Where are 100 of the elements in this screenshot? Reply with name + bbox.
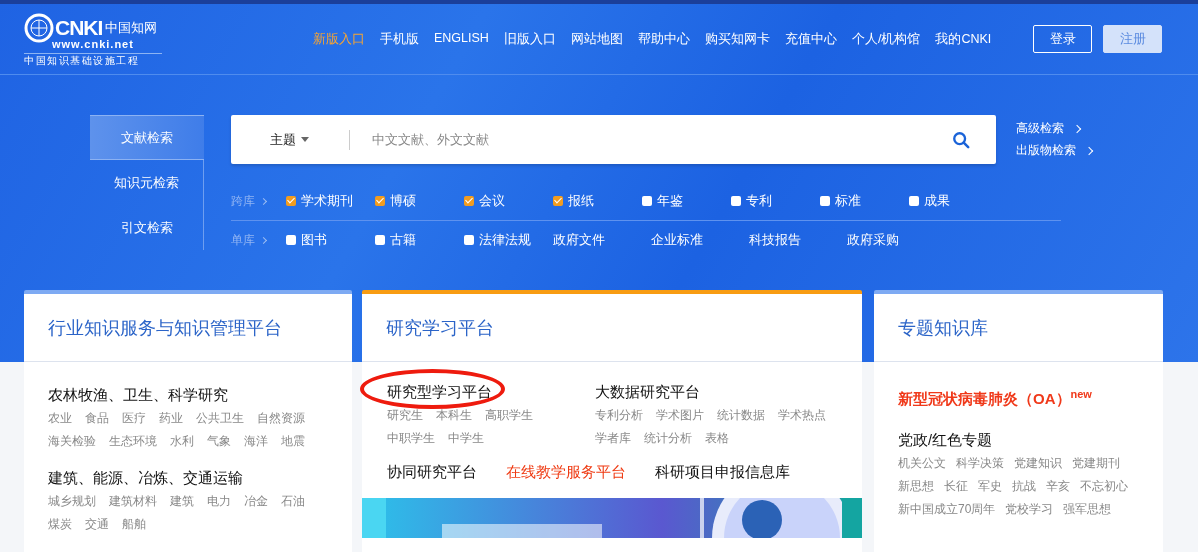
checkbox[interactable] [731,196,741,206]
search-tab[interactable]: 引文检索 [90,205,203,250]
subcategory-link[interactable]: 医疗 [122,410,146,427]
source-checkbox[interactable]: 会议 [464,192,553,210]
subcategory-link[interactable]: 统计数据 [717,407,765,424]
subcategory-link[interactable]: 地震 [281,433,305,450]
subcategory-link[interactable]: 冶金 [244,493,268,510]
subcategory-link[interactable]: 表格 [705,430,729,447]
subcategory-link[interactable]: 城乡规划 [48,493,96,510]
subcategory-link[interactable]: 机关公文 [898,455,946,472]
subcategory-link[interactable]: 公共卫生 [196,410,244,427]
subcategory-link[interactable]: 气象 [207,433,231,450]
checkbox[interactable] [642,196,652,206]
source-checkbox[interactable]: 报纸 [553,192,642,210]
field-dropdown[interactable]: 主题 [231,130,349,149]
subcategory-link[interactable]: 自然资源 [257,410,305,427]
nav-link[interactable]: 充值中心 [784,30,837,48]
subcategory-link[interactable]: 煤炭 [48,516,72,533]
subcategory-link[interactable]: 中学生 [448,430,484,447]
subcategory-link[interactable]: 辛亥 [1046,478,1070,495]
category-link[interactable]: 农林牧渔、卫生、科学研究 [48,386,328,405]
category-link[interactable]: 建筑、能源、冶炼、交通运输 [48,469,328,488]
platform-link[interactable]: 科研项目申报信息库 [655,463,790,482]
subcategory-link[interactable]: 强军思想 [1063,501,1112,518]
source-checkbox[interactable]: 年鉴 [642,192,731,210]
source-checkbox[interactable]: 图书 [286,231,375,249]
side-link[interactable]: 出版物检索 [1016,143,1092,158]
subcategory-link[interactable]: 党建知识 [1014,455,1062,472]
subcategory-link[interactable]: 建筑 [170,493,194,510]
search-tab[interactable]: 文献检索 [90,115,204,160]
platform-link[interactable]: 协同研究平台 [387,463,477,482]
source-checkbox[interactable]: 专利 [731,192,820,210]
subcategory-link[interactable]: 石油 [281,493,305,510]
checkbox[interactable] [286,196,296,206]
checkbox[interactable] [820,196,830,206]
feature-link[interactable]: 新型冠状病毒肺炎（OA）$^{new}$ [898,388,1151,409]
subcategory-link[interactable]: 中职学生 [387,430,435,447]
subcategory-link[interactable]: 建筑材料 [109,493,157,510]
search-icon[interactable] [952,130,970,149]
subcategory-link[interactable]: 学术热点 [778,407,826,424]
subcategory-link[interactable]: 药业 [159,410,183,427]
subcategory-link[interactable]: 研究生 [387,407,423,424]
subcategory-link[interactable]: 学术图片 [656,407,704,424]
search-bar[interactable]: 主题 中文文献、外文文献 [231,115,996,164]
checkbox[interactable] [553,196,563,206]
subcategory-link[interactable]: 抗战 [1012,478,1036,495]
subcategory-link[interactable]: 高职学生 [485,407,533,424]
nav-link[interactable]: 网站地图 [570,30,623,48]
checkbox[interactable] [464,235,474,245]
source-link[interactable]: 科技报告 [749,231,847,249]
subcategory-link[interactable]: 党建期刊 [1072,455,1120,472]
source-checkbox[interactable]: 标准 [820,192,909,210]
platform-link[interactable]: 在线教学服务平台 [506,463,626,482]
category-link[interactable]: 党政/红色专题 [898,431,1151,450]
nav-link[interactable]: 个人/机构馆 [851,30,921,48]
subcategory-link[interactable]: 食品 [85,410,109,427]
category-link[interactable]: 大数据研究平台 [595,383,700,402]
side-link[interactable]: 高级检索 [1016,121,1092,136]
checkbox[interactable] [909,196,919,206]
subcategory-link[interactable]: 不忘初心 [1080,478,1128,495]
nav-link[interactable]: 帮助中心 [637,30,690,48]
subcategory-link[interactable]: 电力 [207,493,231,510]
register-button[interactable]: 注册 [1103,25,1162,53]
source-link[interactable]: 政府采购 [847,231,945,249]
checkbox[interactable] [286,235,296,245]
source-checkbox[interactable]: 成果 [909,192,998,210]
subcategory-link[interactable]: 党校学习 [1005,501,1054,518]
subcategory-link[interactable]: 交通 [85,516,109,533]
subcategory-link[interactable]: 船舶 [122,516,146,533]
subcategory-link[interactable]: 新中国成立70周年 [898,501,996,518]
checkbox[interactable] [375,196,385,206]
subcategory-link[interactable]: 长征 [944,478,968,495]
checkbox[interactable] [375,235,385,245]
subcategory-link[interactable]: 海洋 [244,433,268,450]
subcategory-link[interactable]: 生态环境 [109,433,157,450]
category-link[interactable]: 研究型学习平台 [387,383,492,402]
checkbox[interactable] [464,196,474,206]
subcategory-link[interactable]: 专利分析 [595,407,643,424]
nav-link[interactable]: 旧版入口 [503,30,556,48]
subcategory-link[interactable]: 本科生 [436,407,472,424]
subcategory-link[interactable]: 学者库 [595,430,631,447]
search-tab[interactable]: 知识元检索 [90,160,203,205]
source-link[interactable]: 政府文件 [553,231,651,249]
subcategory-link[interactable]: 水利 [170,433,194,450]
source-checkbox[interactable]: 博硕 [375,192,464,210]
nav-link[interactable]: 我的CNKI [935,30,992,48]
source-checkbox[interactable]: 学术期刊 [286,192,375,210]
nav-link[interactable]: 手机版 [380,30,419,48]
nav-link[interactable]: ENGLISH [434,30,489,48]
source-checkbox[interactable]: 法律法规 [464,231,553,249]
subcategory-link[interactable]: 海关检验 [48,433,96,450]
nav-link[interactable]: 购买知网卡 [704,30,770,48]
login-button[interactable]: 登录 [1033,25,1092,53]
subcategory-link[interactable]: 统计分析 [644,430,692,447]
source-link[interactable]: 企业标准 [651,231,749,249]
source-checkbox[interactable]: 古籍 [375,231,464,249]
nav-link[interactable]: 新版入口 [313,30,365,48]
subcategory-link[interactable]: 新思想 [898,478,934,495]
subcategory-link[interactable]: 科学决策 [956,455,1004,472]
subcategory-link[interactable]: 军史 [978,478,1002,495]
